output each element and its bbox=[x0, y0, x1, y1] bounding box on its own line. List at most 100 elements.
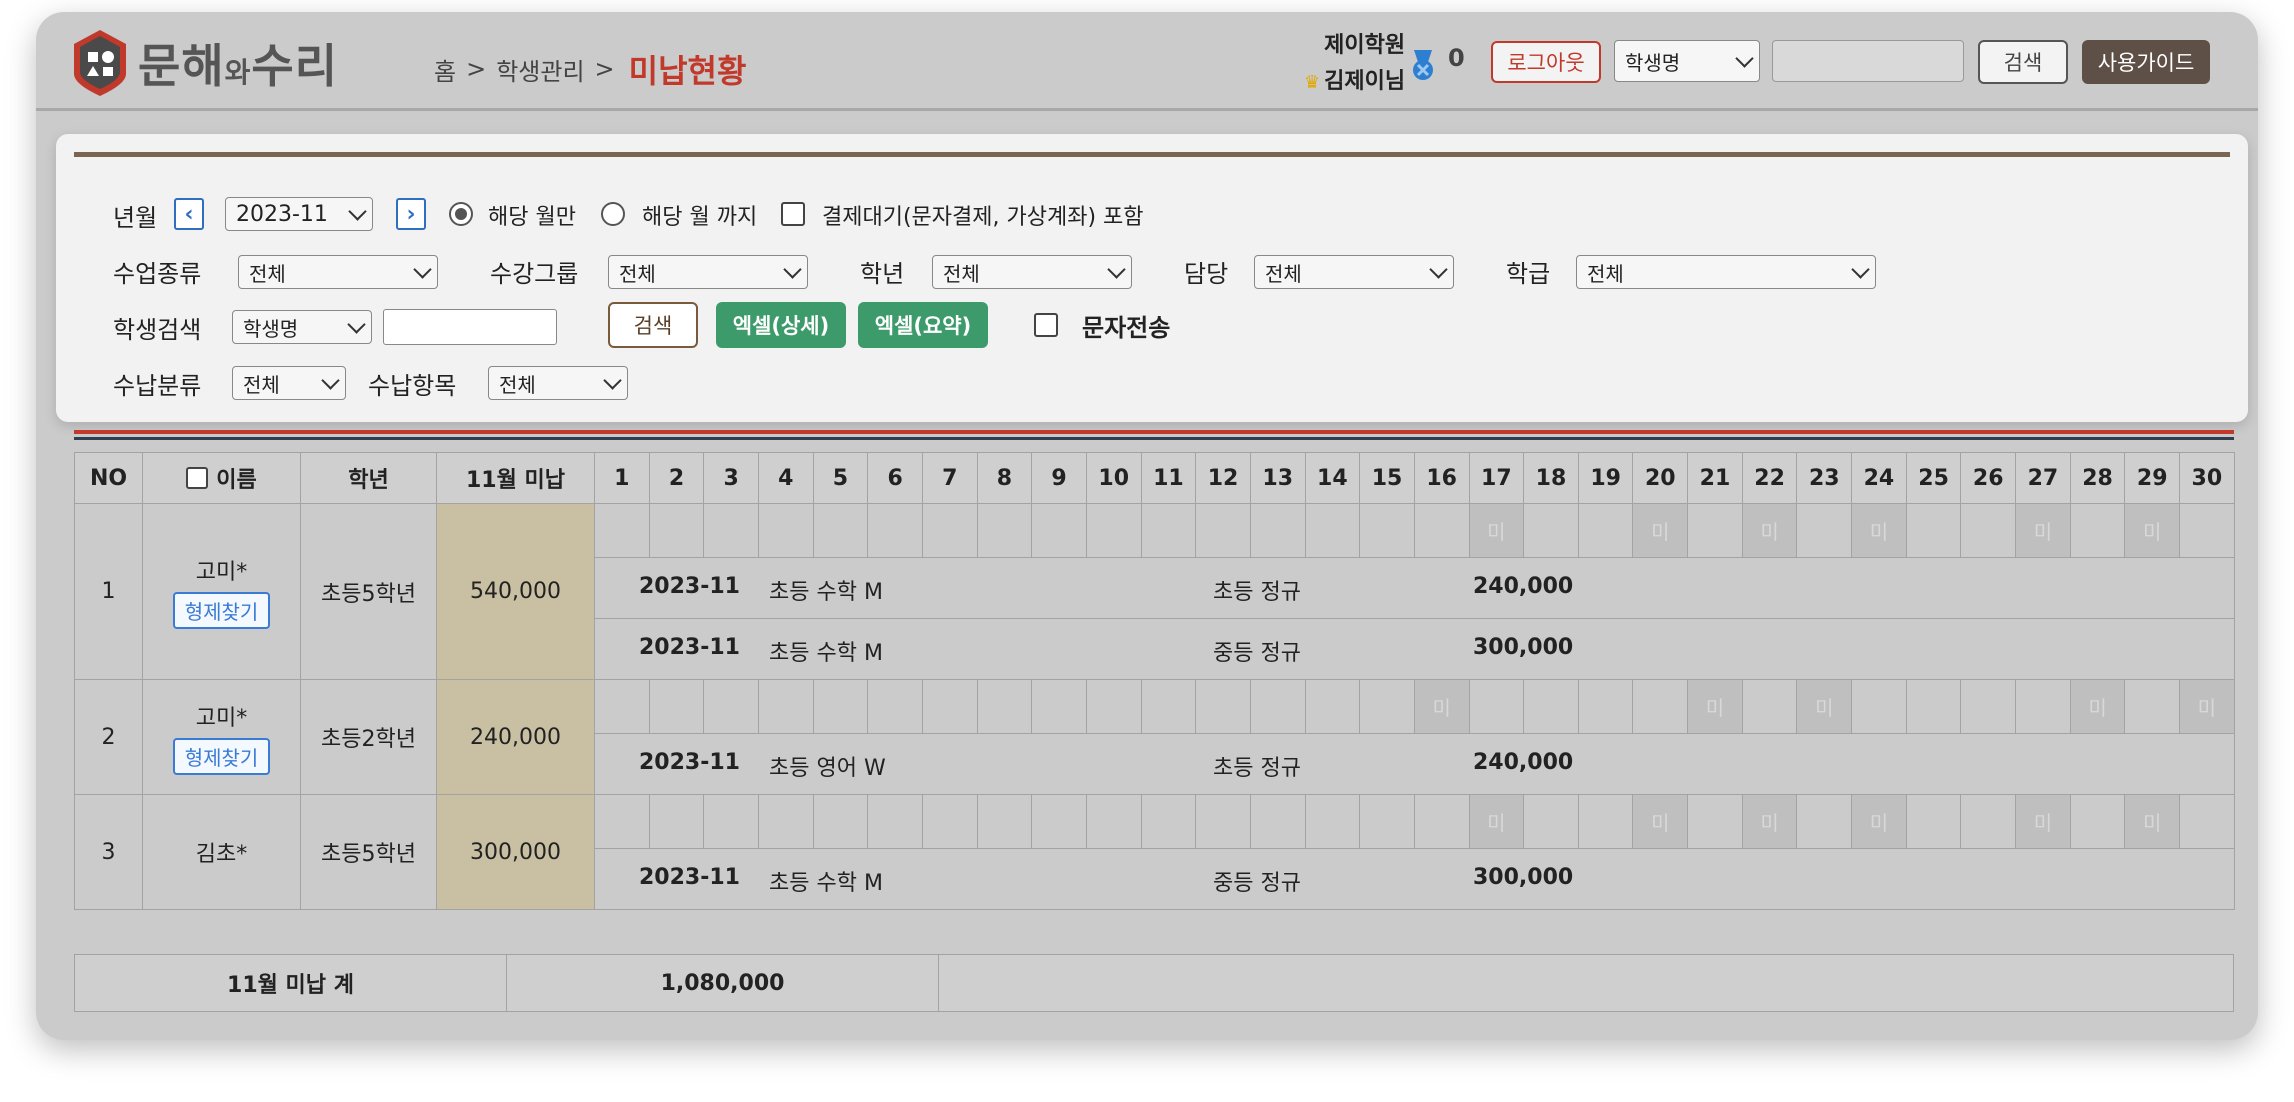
class-type-label: 수업종류 bbox=[113, 260, 202, 288]
day-cell bbox=[648, 503, 705, 558]
breadcrumb-student-mgmt[interactable]: 학생관리 bbox=[496, 52, 584, 87]
day-cell bbox=[1140, 679, 1197, 734]
row-name-cell: 김초* bbox=[142, 794, 301, 910]
day-cell bbox=[1304, 503, 1361, 558]
grade-select[interactable]: 전체 bbox=[932, 255, 1132, 289]
day-cell: 미 bbox=[1687, 679, 1743, 734]
radio-until-month[interactable] bbox=[601, 202, 625, 226]
manager-select[interactable]: 전체 bbox=[1254, 255, 1454, 289]
day-cell bbox=[1577, 794, 1634, 849]
class-type-select[interactable]: 전체 bbox=[238, 255, 438, 289]
day-cell bbox=[1851, 679, 1907, 734]
header-search-input[interactable] bbox=[1772, 40, 1964, 82]
chevron-down-icon bbox=[348, 201, 367, 221]
excel-summary-button[interactable]: 엑셀(요약) bbox=[858, 302, 988, 348]
select-all-checkbox[interactable] bbox=[186, 466, 209, 489]
student-name[interactable]: 김초* bbox=[143, 836, 300, 868]
col-header-day: 15 bbox=[1359, 452, 1415, 504]
day-cell: 미 bbox=[1468, 794, 1525, 849]
logo[interactable]: 문해와수리 bbox=[72, 28, 338, 98]
header-search-type-select[interactable]: 학생명 bbox=[1614, 40, 1760, 82]
account-info: 제이학원 ♛ 김제이님 bbox=[1304, 28, 1405, 101]
day-cell bbox=[1195, 503, 1251, 558]
col-header-day: 2 bbox=[648, 452, 705, 504]
chevron-down-icon bbox=[413, 259, 432, 279]
coin-count: 0 bbox=[1448, 44, 1465, 72]
col-header-day: 23 bbox=[1796, 452, 1853, 504]
day-cell bbox=[1960, 794, 2017, 849]
student-search-label: 학생검색 bbox=[113, 316, 202, 344]
chevron-down-icon bbox=[1735, 48, 1754, 68]
coin-icon bbox=[1413, 50, 1433, 80]
day-cell bbox=[1468, 679, 1525, 734]
day-cell bbox=[2124, 679, 2181, 734]
student-name[interactable]: 고미* bbox=[143, 700, 300, 732]
day-cell bbox=[867, 503, 923, 558]
detail-cell: 2023-11 초등 수학 M 중등 정규 300,000 bbox=[594, 618, 2235, 680]
detail-cell: 2023-11 초등 수학 M 중등 정규 300,000 bbox=[594, 848, 2235, 910]
academy-name: 제이학원 bbox=[1324, 33, 1406, 58]
day-cell bbox=[1960, 679, 2017, 734]
detail-year-month: 2023-11 bbox=[639, 574, 740, 599]
logout-button[interactable]: 로그아웃 bbox=[1491, 41, 1601, 83]
app-window: 문해와수리 홈 > 학생관리 > 미납현황 제이학원 ♛ 김제이님 0 로그아웃 … bbox=[36, 12, 2258, 1040]
col-header-day: 16 bbox=[1413, 452, 1470, 504]
day-cell bbox=[648, 679, 705, 734]
year-month-select[interactable]: 2023-11 bbox=[225, 197, 373, 231]
payment-category-label: 수납분류 bbox=[113, 372, 202, 400]
search-button[interactable]: 검색 bbox=[608, 302, 698, 348]
select-value: 학생명 bbox=[243, 316, 299, 341]
day-cell bbox=[921, 679, 978, 734]
col-header-day: 7 bbox=[921, 452, 978, 504]
next-month-button[interactable]: › bbox=[396, 198, 426, 230]
user-guide-button[interactable]: 사용가이드 bbox=[2082, 40, 2210, 84]
day-cell bbox=[812, 503, 869, 558]
breadcrumb-home[interactable]: 홈 bbox=[434, 52, 456, 87]
payment-item-select[interactable]: 전체 bbox=[488, 366, 628, 400]
radio-month-only[interactable] bbox=[449, 202, 473, 226]
day-cell bbox=[757, 794, 814, 849]
student-search-input[interactable] bbox=[383, 309, 557, 345]
chevron-down-icon bbox=[603, 370, 622, 390]
day-cell bbox=[921, 794, 978, 849]
day-cell bbox=[1304, 679, 1361, 734]
row-unpaid-amount: 300,000 bbox=[436, 794, 595, 910]
prev-month-button[interactable]: ‹ bbox=[174, 198, 204, 230]
day-cell: 미 bbox=[1851, 503, 1907, 558]
day-cell bbox=[1249, 679, 1306, 734]
payment-category-select[interactable]: 전체 bbox=[232, 366, 346, 400]
col-header-day: 27 bbox=[2015, 452, 2071, 504]
day-cell bbox=[976, 679, 1033, 734]
sms-checkbox[interactable] bbox=[1034, 313, 1058, 337]
find-sibling-button[interactable]: 형제찾기 bbox=[172, 737, 271, 775]
col-header-day: 20 bbox=[1632, 452, 1689, 504]
col-header-day: 12 bbox=[1195, 452, 1251, 504]
student-name[interactable]: 고미* bbox=[143, 554, 300, 586]
day-cell bbox=[1960, 503, 2017, 558]
header-search-button[interactable]: 검색 bbox=[1978, 40, 2068, 84]
student-search-type-select[interactable]: 학생명 bbox=[232, 310, 372, 344]
pending-payment-checkbox[interactable] bbox=[781, 202, 805, 226]
day-cell bbox=[1085, 679, 1142, 734]
group-select[interactable]: 전체 bbox=[608, 255, 808, 289]
day-cell bbox=[703, 503, 759, 558]
day-cell bbox=[1523, 679, 1579, 734]
day-cell bbox=[1523, 794, 1579, 849]
day-cell bbox=[976, 503, 1033, 558]
day-cell bbox=[812, 794, 869, 849]
year-month-label: 년월 bbox=[113, 204, 158, 232]
filter-panel: 년월 ‹ 2023-11 › 해당 월만 해당 월 까지 결제대기(문자결제, … bbox=[56, 134, 2248, 422]
day-cell: 미 bbox=[2124, 794, 2181, 849]
day-cell bbox=[1687, 794, 1743, 849]
class-select[interactable]: 전체 bbox=[1576, 255, 1876, 289]
find-sibling-button[interactable]: 형제찾기 bbox=[172, 592, 271, 629]
detail-amount: 300,000 bbox=[1473, 865, 1574, 890]
col-header-day: 26 bbox=[1960, 452, 2017, 504]
chevron-down-icon bbox=[783, 259, 802, 279]
select-value: 전체 bbox=[499, 372, 536, 397]
day-cell bbox=[2179, 794, 2235, 849]
col-header-day: 3 bbox=[703, 452, 759, 504]
excel-detail-button[interactable]: 엑셀(상세) bbox=[716, 302, 846, 348]
table-row: 1 고미* 형제찾기 초등5학년 540,000 미 미 미 미 미 미 bbox=[74, 503, 2235, 680]
pending-payment-label: 결제대기(문자결제, 가상계좌) 포함 bbox=[822, 205, 1144, 230]
